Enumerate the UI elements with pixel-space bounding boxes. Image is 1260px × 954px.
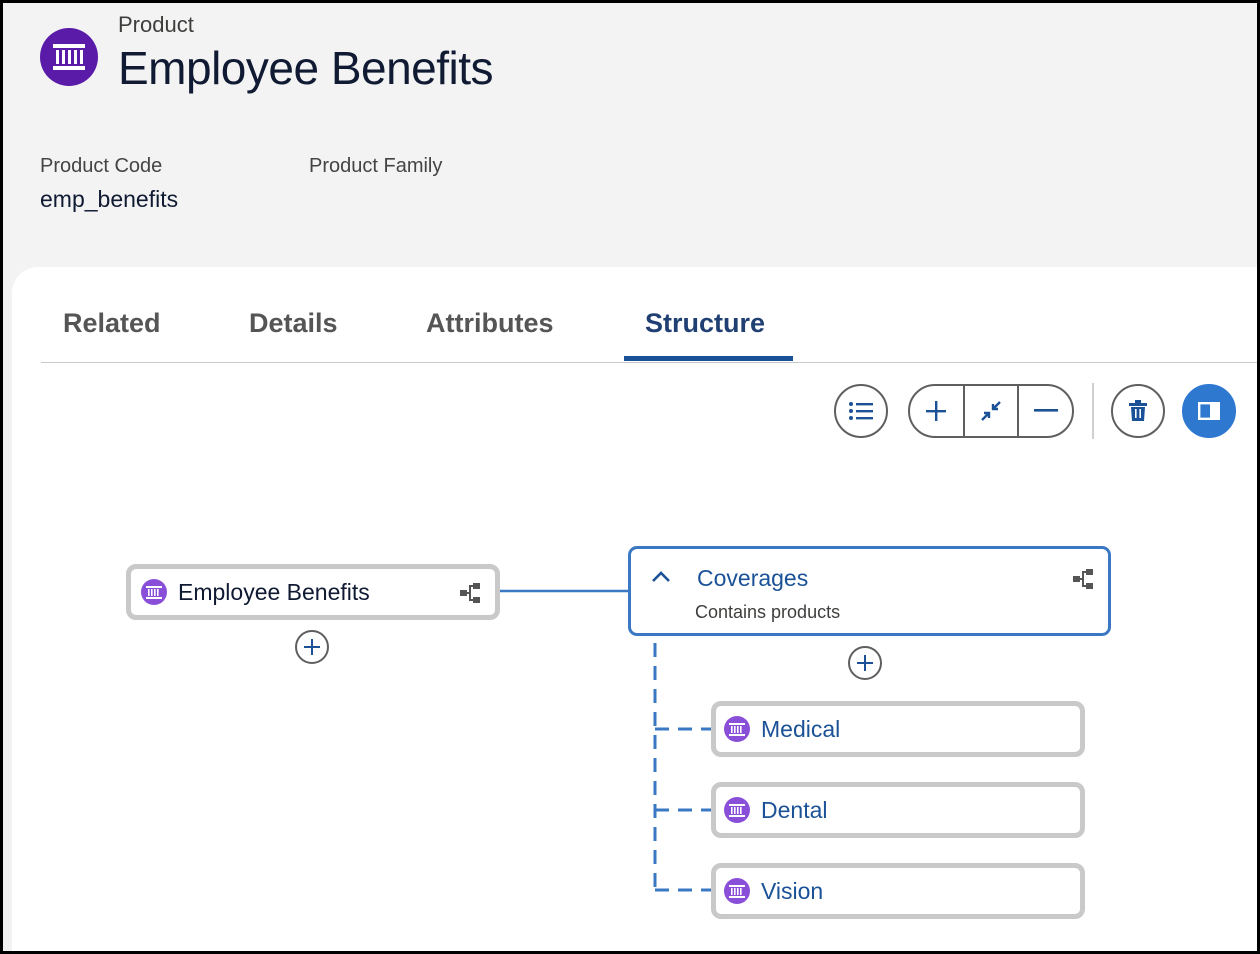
- group-node-title: Coverages: [697, 565, 809, 591]
- chevron-up-icon[interactable]: [651, 571, 671, 583]
- add-root-child-button[interactable]: [295, 630, 329, 664]
- child-node-dental[interactable]: Dental: [711, 782, 1085, 838]
- product-icon: [724, 716, 750, 742]
- root-node-label: Employee Benefits: [178, 578, 370, 605]
- add-group-child-button[interactable]: [848, 646, 882, 680]
- child-node-label: Vision: [761, 877, 824, 904]
- plus-icon: [303, 638, 321, 656]
- child-node-label: Medical: [761, 715, 841, 742]
- group-node-coverages[interactable]: Coverages Contains products: [628, 546, 1111, 636]
- root-node[interactable]: Employee Benefits: [126, 564, 500, 620]
- child-node-vision[interactable]: Vision: [711, 863, 1085, 919]
- product-icon: [141, 579, 167, 605]
- child-node-medical[interactable]: Medical: [711, 701, 1085, 757]
- group-node-subtitle: Contains products: [695, 602, 841, 622]
- child-node-label: Dental: [761, 796, 828, 823]
- hierarchy-icon[interactable]: [1072, 569, 1094, 589]
- plus-icon: [856, 654, 874, 672]
- hierarchy-icon[interactable]: [459, 583, 481, 603]
- product-icon: [724, 878, 750, 904]
- product-icon: [724, 797, 750, 823]
- app-frame: Product Employee Benefits Product Code e…: [3, 3, 1257, 951]
